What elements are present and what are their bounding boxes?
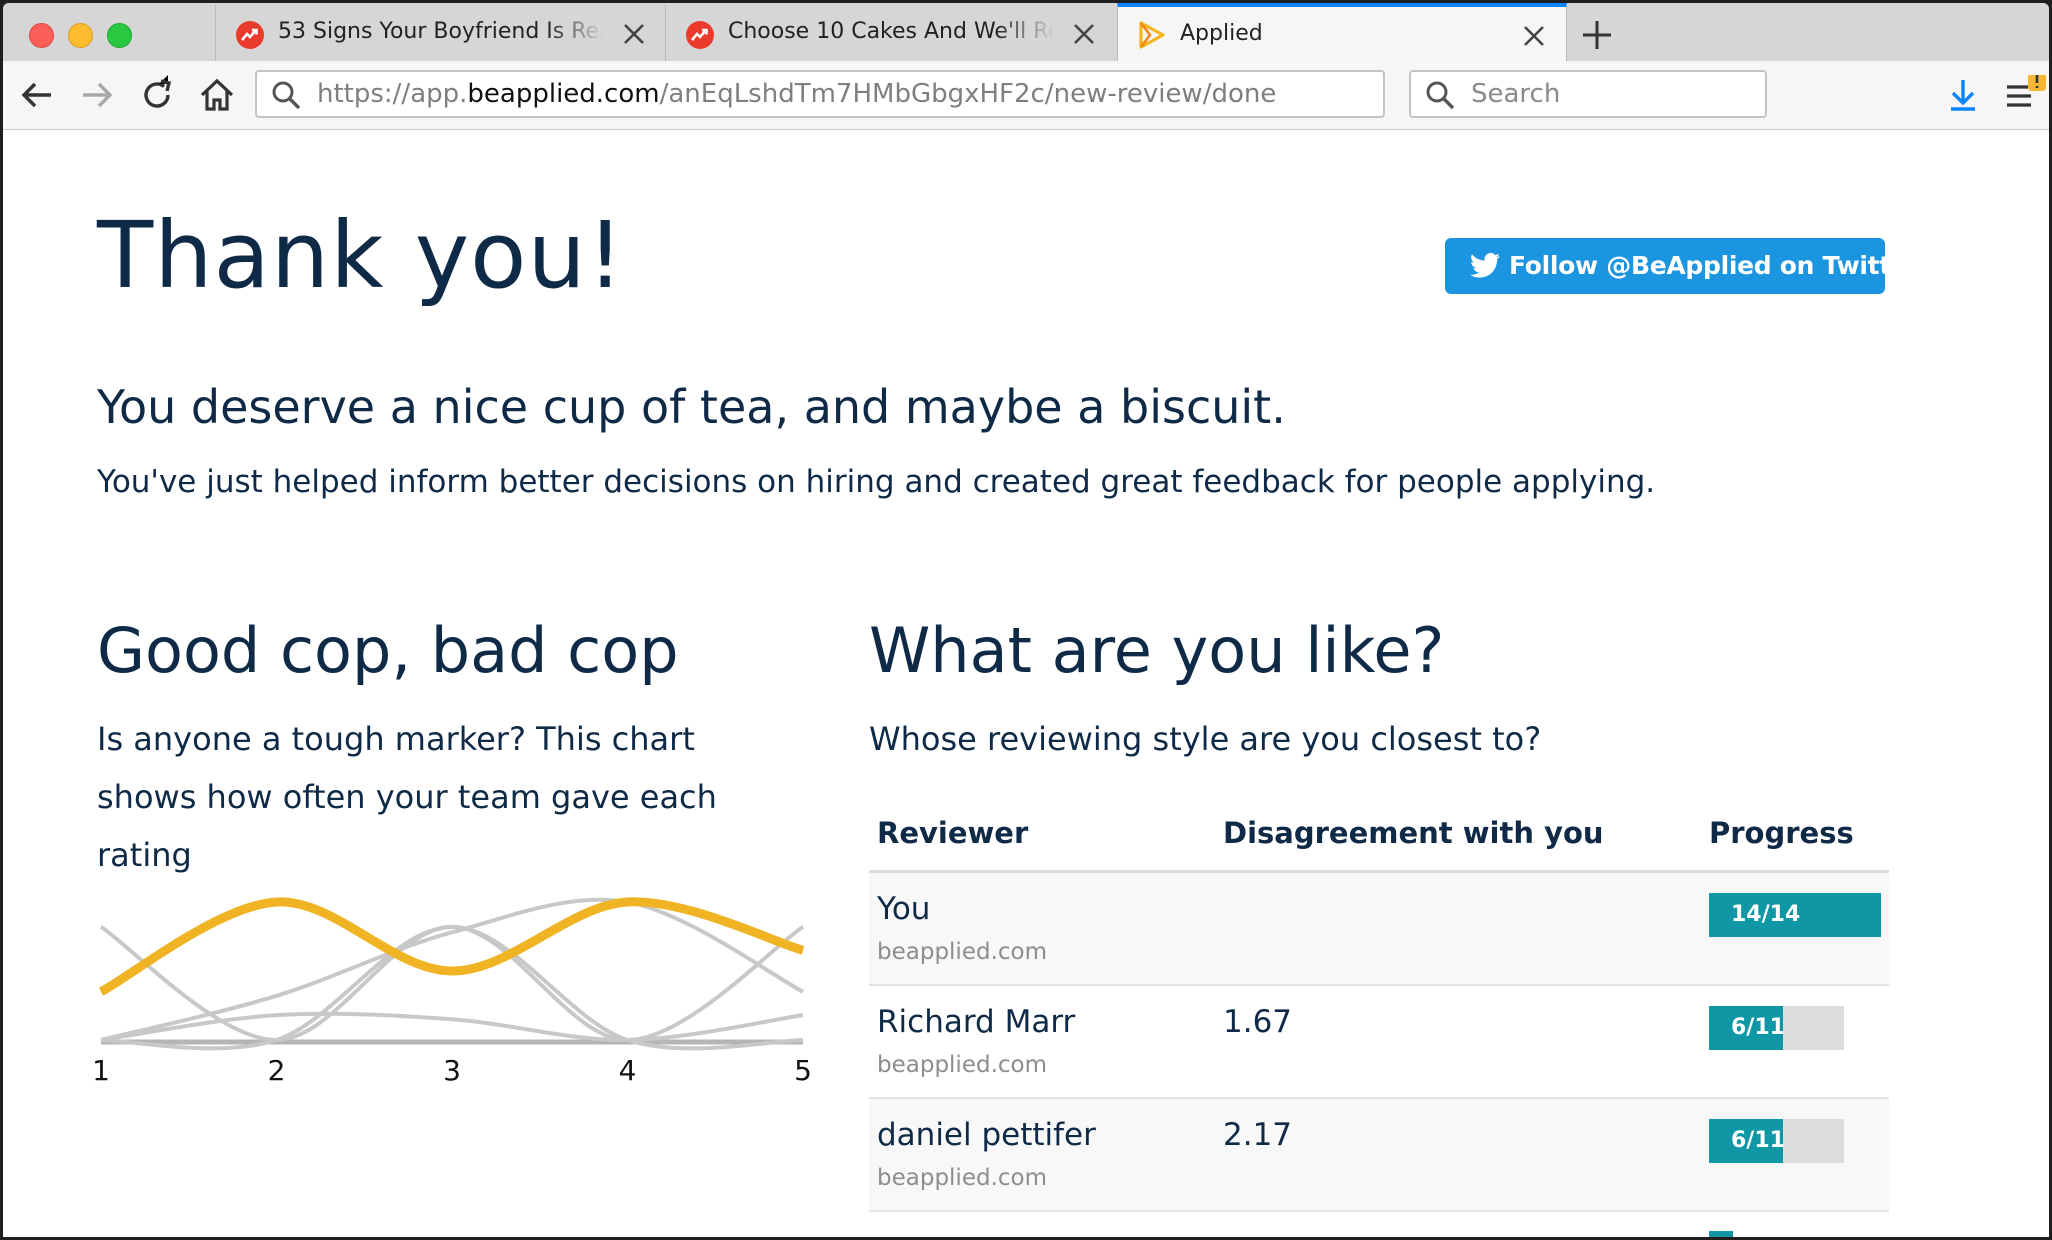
address-bar[interactable]: https://app.beapplied.com/anEqLshdTm7HMb… (255, 70, 1385, 118)
reviewer-name: You (877, 891, 931, 927)
close-tab-icon[interactable] (622, 22, 646, 46)
trending-arrow-icon (686, 21, 714, 49)
team-series-line-4 (100, 1011, 804, 1043)
tab-applied[interactable]: Applied (1117, 3, 1567, 61)
downloads-icon[interactable] (1943, 75, 1983, 115)
search-icon (271, 80, 301, 110)
ratings-distribution-chart: 1 2 3 4 5 (93, 897, 812, 1087)
good-cop-heading: Good cop, bad cop (97, 614, 679, 687)
progress-bar: 6/11 (1709, 1119, 1845, 1163)
column-header-disagreement[interactable]: Disagreement with you (1223, 800, 1604, 866)
hamburger-menu-icon[interactable] (2003, 71, 2046, 115)
description-line: shows how often your team gave each (97, 778, 717, 816)
follow-twitter-label: Follow @BeApplied on Twitter (1509, 251, 1920, 280)
disagreement-value: 1.67 (1223, 1004, 1293, 1040)
tab-title: Choose 10 Cakes And We'll Reveal Your Ag… (728, 19, 1054, 44)
tagline: You deserve a nice cup of tea, and maybe… (97, 380, 1286, 434)
search-box[interactable]: Search (1409, 70, 1767, 118)
reviewer-org: beapplied.com (877, 1165, 1048, 1191)
progress-bar: 6/11 (1709, 1006, 1845, 1050)
close-tab-icon[interactable] (1072, 22, 1096, 46)
navigation-toolbar: https://app.beapplied.com/anEqLshdTm7HMb… (3, 61, 2049, 130)
x-tick-label: 1 (93, 1054, 110, 1087)
minimize-window-button[interactable] (68, 23, 93, 48)
good-cop-description: Is anyone a tough marker? This chart sho… (97, 710, 717, 884)
description-line: rating (97, 836, 192, 874)
intro-text: You've just helped inform better decisio… (97, 464, 1656, 500)
table-row: You beapplied.com 14/14 (869, 873, 1889, 986)
trending-arrow-icon (236, 21, 264, 49)
table-row: daniel pettifer beapplied.com 2.17 6/11 (869, 1099, 1889, 1212)
twitter-bird-icon (1469, 251, 1501, 281)
x-tick-label: 3 (443, 1054, 461, 1087)
browser-window: 53 Signs Your Boyfriend Is Really Your D… (3, 3, 2049, 1237)
column-header-reviewer[interactable]: Reviewer (877, 800, 1028, 866)
zoom-window-button[interactable] (107, 23, 132, 48)
url-text: https://app.beapplied.com/anEqLshdTm7HMb… (317, 79, 1277, 109)
new-tab-plus-icon[interactable] (1577, 15, 1617, 55)
page-title: Thank you! (97, 202, 625, 309)
tab-boyfriend-dog[interactable]: 53 Signs Your Boyfriend Is Really Your D… (215, 5, 665, 61)
reviewer-org: beapplied.com (877, 939, 1048, 965)
tab-title: 53 Signs Your Boyfriend Is Really Your D… (278, 19, 604, 44)
applied-logo-icon (1138, 21, 1166, 49)
progress-bar-fill: 6/11 (1709, 1006, 1785, 1050)
forward-arrow-icon[interactable] (77, 75, 117, 115)
reviewer-name: Richard Marr (877, 1004, 1076, 1040)
progress-bar: 14/14 (1709, 893, 1881, 937)
back-arrow-icon[interactable] (17, 75, 57, 115)
your-series-line (98, 897, 805, 996)
disagreement-value: 2.17 (1223, 1117, 1293, 1153)
reviewer-org: beapplied.com (877, 1052, 1048, 1078)
what-are-you-like-heading: What are you like? (869, 614, 1445, 687)
description-line: Is anyone a tough marker? This chart (97, 720, 695, 758)
close-tab-icon[interactable] (1522, 24, 1546, 48)
page-content: Thank you! Follow @BeApplied on Twitter … (3, 130, 2049, 1237)
column-header-progress[interactable]: Progress (1709, 800, 1854, 866)
close-window-button[interactable] (29, 23, 54, 48)
tab-title: Applied (1180, 21, 1263, 46)
x-tick-label: 2 (268, 1054, 286, 1087)
next-row-progress-bar (1709, 1231, 1733, 1237)
search-icon (1425, 80, 1455, 110)
reviewing-style-subheading: Whose reviewing style are you closest to… (869, 720, 1542, 758)
x-tick-label: 4 (619, 1054, 637, 1087)
tab-cakes-age[interactable]: Choose 10 Cakes And We'll Reveal Your Ag… (665, 5, 1117, 61)
table-row: Richard Marr beapplied.com 1.67 6/11 (869, 986, 1889, 1099)
follow-twitter-button[interactable]: Follow @BeApplied on Twitter (1445, 238, 1920, 294)
reload-icon[interactable] (137, 75, 177, 115)
search-placeholder: Search (1471, 79, 1561, 109)
tab-strip: 53 Signs Your Boyfriend Is Really Your D… (3, 3, 2049, 62)
home-icon[interactable] (197, 75, 237, 115)
reviewer-name: daniel pettifer (877, 1117, 1096, 1153)
progress-bar-fill: 14/14 (1709, 893, 1881, 937)
progress-bar-fill: 6/11 (1709, 1119, 1785, 1163)
x-tick-label: 5 (794, 1054, 812, 1087)
team-series-line-3 (100, 924, 804, 1051)
